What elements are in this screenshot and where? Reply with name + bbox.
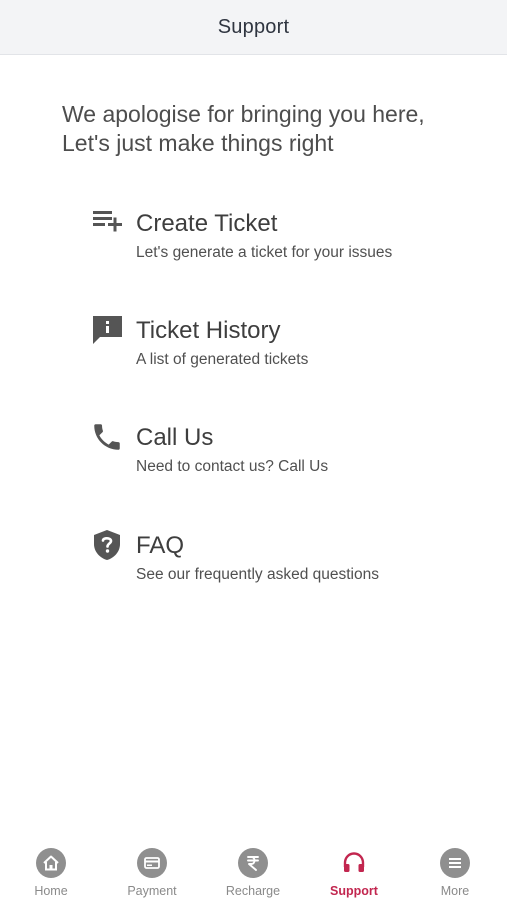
- bottom-tab-bar: Home Payment Recharge Support More: [0, 835, 507, 900]
- intro-text: We apologise for bringing you here, Let'…: [62, 100, 482, 158]
- card-icon: [137, 848, 167, 878]
- rupee-icon: [238, 848, 268, 878]
- shield-question-icon: [88, 528, 126, 566]
- faq-item[interactable]: FAQ See our frequently asked questions: [88, 528, 488, 594]
- page-title: Support: [217, 15, 290, 38]
- feedback-icon: [88, 313, 126, 351]
- tab-payment-label: Payment: [127, 884, 177, 898]
- menu-icon: [440, 848, 470, 878]
- tab-recharge[interactable]: Recharge: [208, 848, 298, 900]
- create-ticket-item[interactable]: Create Ticket Let's generate a ticket fo…: [88, 206, 488, 272]
- tab-more-label: More: [440, 884, 470, 898]
- tab-recharge-label: Recharge: [225, 884, 281, 898]
- app-header: Support: [0, 0, 507, 55]
- tab-payment[interactable]: Payment: [107, 848, 197, 900]
- intro-line-2: Let's just make things right: [62, 130, 334, 156]
- tab-home-label: Home: [34, 884, 68, 898]
- create-ticket-subtitle: Let's generate a ticket for your issues: [136, 244, 393, 261]
- create-ticket-title: Create Ticket: [136, 210, 278, 237]
- headset-icon: [339, 848, 369, 878]
- playlist-add-icon: [88, 206, 126, 244]
- ticket-history-item[interactable]: Ticket History A list of generated ticke…: [88, 313, 488, 379]
- ticket-history-title: Ticket History: [136, 317, 281, 344]
- ticket-history-subtitle: A list of generated tickets: [136, 351, 309, 368]
- call-us-title: Call Us: [136, 424, 214, 451]
- faq-title: FAQ: [136, 532, 185, 559]
- tab-more[interactable]: More: [410, 848, 500, 900]
- call-us-item[interactable]: Call Us Need to contact us? Call Us: [88, 420, 488, 486]
- tab-support-label: Support: [330, 884, 378, 898]
- call-us-subtitle: Need to contact us? Call Us: [136, 458, 329, 475]
- home-icon: [36, 848, 66, 878]
- tab-support[interactable]: Support: [309, 848, 399, 900]
- tab-home[interactable]: Home: [6, 848, 96, 900]
- faq-subtitle: See our frequently asked questions: [136, 566, 379, 583]
- phone-icon: [88, 420, 126, 458]
- intro-line-1: We apologise for bringing you here,: [62, 101, 425, 127]
